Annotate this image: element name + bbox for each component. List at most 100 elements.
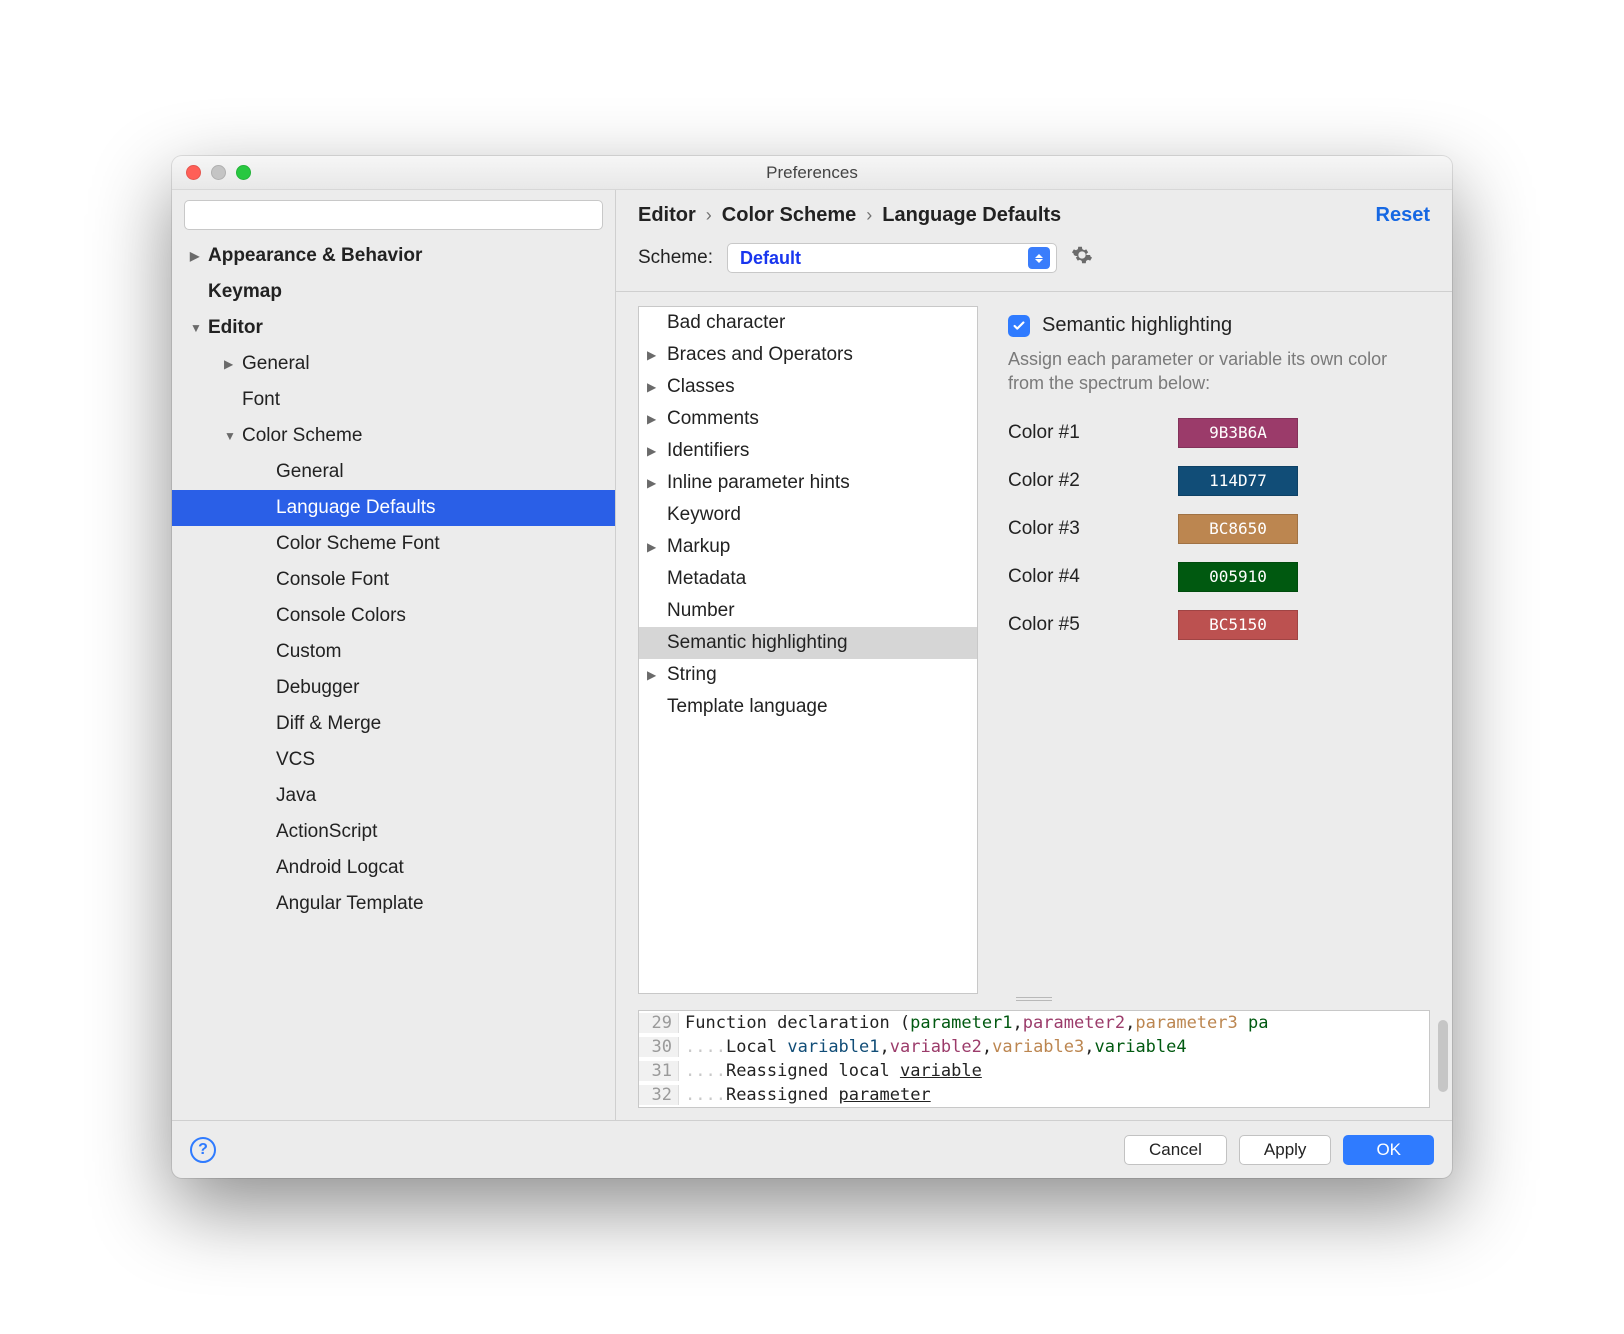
category-item[interactable]: Template language — [639, 691, 977, 723]
color-swatch-row: Color #2114D77 — [1008, 466, 1422, 496]
category-item[interactable]: Semantic highlighting — [639, 627, 977, 659]
cancel-button[interactable]: Cancel — [1124, 1135, 1227, 1165]
color-swatch-row: Color #4005910 — [1008, 562, 1422, 592]
sidebar-item-label: Diff & Merge — [276, 713, 381, 735]
sidebar-item-label: Language Defaults — [276, 497, 436, 519]
reset-link[interactable]: Reset — [1376, 204, 1430, 227]
sidebar-item-label: Font — [242, 389, 280, 411]
color-swatch[interactable]: BC5150 — [1178, 610, 1298, 640]
line-number: 29 — [639, 1013, 679, 1033]
sidebar-item-label: Console Colors — [276, 605, 406, 627]
chevron-right-icon: ▶ — [647, 380, 667, 394]
code-line: 32....Reassigned parameter — [639, 1083, 1429, 1107]
category-item[interactable]: ▶String — [639, 659, 977, 691]
sidebar-item-label: General — [276, 461, 344, 483]
sidebar-item[interactable]: Diff & Merge — [172, 706, 615, 742]
swatch-label: Color #5 — [1008, 614, 1178, 636]
sidebar-item[interactable]: Language Defaults — [172, 490, 615, 526]
sidebar-item[interactable]: ▶General — [172, 346, 615, 382]
sidebar-item[interactable]: VCS — [172, 742, 615, 778]
splitter-handle[interactable] — [616, 994, 1452, 1004]
sidebar-item[interactable]: ▼Color Scheme — [172, 418, 615, 454]
sidebar-item-label: Editor — [208, 317, 263, 339]
category-item[interactable]: Number — [639, 595, 977, 627]
swatch-label: Color #4 — [1008, 566, 1178, 588]
category-item[interactable]: ▶Markup — [639, 531, 977, 563]
semantic-checkbox[interactable] — [1008, 315, 1030, 337]
sidebar-item-label: Color Scheme — [242, 425, 362, 447]
semantic-hint: Assign each parameter or variable its ow… — [1008, 347, 1422, 396]
chevron-right-icon: ▶ — [647, 444, 667, 458]
scheme-select[interactable]: Default — [727, 243, 1057, 273]
search-input[interactable] — [184, 200, 603, 230]
sidebar-item[interactable]: Color Scheme Font — [172, 526, 615, 562]
semantic-checkbox-label: Semantic highlighting — [1042, 314, 1232, 337]
color-swatch-row: Color #19B3B6A — [1008, 418, 1422, 448]
main-panel: Editor › Color Scheme › Language Default… — [616, 190, 1452, 1120]
chevron-right-icon: ▶ — [647, 668, 667, 682]
sidebar-item[interactable]: General — [172, 454, 615, 490]
sidebar-item[interactable]: Console Font — [172, 562, 615, 598]
category-label: Template language — [667, 696, 828, 718]
swatch-label: Color #3 — [1008, 518, 1178, 540]
category-list[interactable]: Bad character▶Braces and Operators▶Class… — [638, 306, 978, 994]
sidebar-item[interactable]: Keymap — [172, 274, 615, 310]
category-item[interactable]: Keyword — [639, 499, 977, 531]
sidebar-item-label: Custom — [276, 641, 341, 663]
category-label: Number — [667, 600, 735, 622]
help-icon[interactable]: ? — [190, 1137, 216, 1163]
chevron-right-icon: › — [706, 205, 712, 226]
color-swatch-row: Color #3BC8650 — [1008, 514, 1422, 544]
category-item[interactable]: ▶Comments — [639, 403, 977, 435]
sidebar-item[interactable]: ActionScript — [172, 814, 615, 850]
sidebar-item[interactable]: Angular Template — [172, 886, 615, 922]
sidebar-item[interactable]: Java — [172, 778, 615, 814]
sidebar-item-label: Keymap — [208, 281, 282, 303]
chevron-updown-icon — [1028, 247, 1050, 269]
chevron-right-icon: ▶ — [647, 540, 667, 554]
category-label: Semantic highlighting — [667, 632, 848, 654]
sidebar-item[interactable]: Console Colors — [172, 598, 615, 634]
category-label: Identifiers — [667, 440, 749, 462]
category-label: Bad character — [667, 312, 785, 334]
chevron-right-icon: ▶ — [647, 348, 667, 362]
settings-tree[interactable]: ▶Appearance & BehaviorKeymap▼Editor▶Gene… — [172, 238, 615, 1120]
window-title: Preferences — [172, 163, 1452, 183]
category-item[interactable]: ▶Braces and Operators — [639, 339, 977, 371]
color-swatch[interactable]: BC8650 — [1178, 514, 1298, 544]
sidebar-item[interactable]: Custom — [172, 634, 615, 670]
sidebar-item[interactable]: Font — [172, 382, 615, 418]
category-item[interactable]: ▶Classes — [639, 371, 977, 403]
chevron-icon: ▶ — [190, 249, 208, 263]
sidebar-item[interactable]: ▼Editor — [172, 310, 615, 346]
apply-button[interactable]: Apply — [1239, 1135, 1332, 1165]
sidebar: ▾ ▶Appearance & BehaviorKeymap▼Editor▶Ge… — [172, 190, 616, 1120]
chevron-icon: ▼ — [224, 429, 242, 443]
category-item[interactable]: Bad character — [639, 307, 977, 339]
sidebar-item-label: Android Logcat — [276, 857, 404, 879]
sidebar-item[interactable]: Android Logcat — [172, 850, 615, 886]
ok-button[interactable]: OK — [1343, 1135, 1434, 1165]
swatch-label: Color #2 — [1008, 470, 1178, 492]
code-line: 29Function declaration (parameter1,param… — [639, 1011, 1429, 1035]
chevron-right-icon: › — [866, 205, 872, 226]
color-swatch[interactable]: 005910 — [1178, 562, 1298, 592]
category-label: Markup — [667, 536, 730, 558]
color-swatch[interactable]: 114D77 — [1178, 466, 1298, 496]
footer: ? Cancel Apply OK — [172, 1120, 1452, 1178]
category-item[interactable]: ▶Identifiers — [639, 435, 977, 467]
sidebar-item[interactable]: ▶Appearance & Behavior — [172, 238, 615, 274]
sidebar-item-label: Color Scheme Font — [276, 533, 440, 555]
sidebar-item[interactable]: Debugger — [172, 670, 615, 706]
sidebar-item-label: ActionScript — [276, 821, 377, 843]
category-item[interactable]: Metadata — [639, 563, 977, 595]
chevron-right-icon: ▶ — [647, 412, 667, 426]
swatch-label: Color #1 — [1008, 422, 1178, 444]
category-label: Metadata — [667, 568, 746, 590]
gear-icon[interactable] — [1071, 244, 1093, 272]
color-swatch[interactable]: 9B3B6A — [1178, 418, 1298, 448]
category-label: Classes — [667, 376, 735, 398]
sidebar-item-label: General — [242, 353, 310, 375]
scrollbar-thumb[interactable] — [1438, 1020, 1448, 1092]
category-item[interactable]: ▶Inline parameter hints — [639, 467, 977, 499]
